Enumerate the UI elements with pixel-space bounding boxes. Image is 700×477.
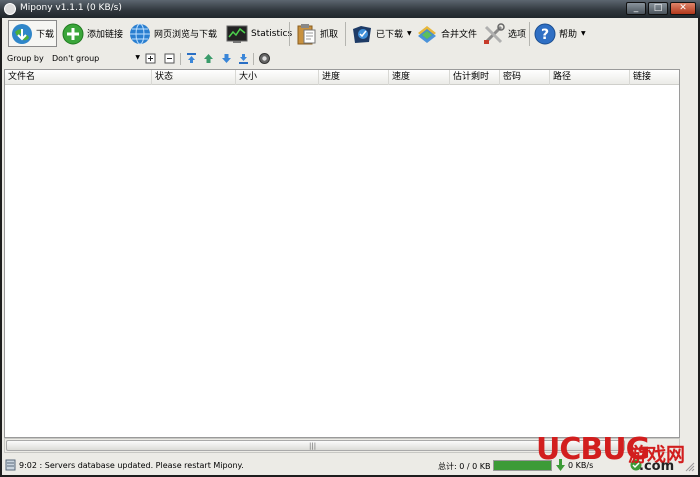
toolbar-separator (289, 22, 290, 46)
chart-monitor-icon (226, 25, 248, 43)
downloaded-label: 已下载 (376, 30, 404, 40)
column-header-path[interactable]: 路径 (550, 70, 630, 85)
move-up-icon[interactable] (203, 53, 214, 64)
add-links-button[interactable]: 添加链接 (60, 20, 125, 47)
table-header: 文件名 状态 大小 进度 速度 估计剩时 密码 路径 链接 (5, 70, 679, 85)
column-header-progress[interactable]: 进度 (319, 70, 389, 85)
add-links-label: 添加链接 (87, 30, 124, 40)
globe-icon (130, 23, 150, 44)
column-header-time-left[interactable]: 估计剩时 (450, 70, 500, 85)
status-bar: 9:02 : Servers database updated. Please … (2, 457, 698, 475)
capture-label: 抓取 (320, 30, 339, 40)
move-bottom-icon[interactable] (238, 53, 249, 64)
column-header-speed[interactable]: 速度 (389, 70, 450, 85)
column-header-link[interactable]: 链接 (630, 70, 679, 85)
add-icon (62, 23, 84, 44)
vertical-scroll-area (680, 69, 696, 438)
downloaded-button[interactable]: 已下载 ▼ (349, 20, 414, 47)
toolbar-separator (529, 22, 530, 46)
group-by-label: Group by (7, 54, 44, 63)
maximize-button[interactable]: □ (648, 2, 668, 15)
main-window: 下载 添加链接 网页浏览与下载 Statistics 抓取 已下载 ▼ 合并文件… (2, 18, 698, 475)
column-header-password[interactable]: 密码 (500, 70, 550, 85)
help-label: 帮助 (559, 30, 578, 40)
options-button[interactable]: 选项 (481, 20, 528, 47)
main-toolbar: 下载 添加链接 网页浏览与下载 Statistics 抓取 已下载 ▼ 合并文件… (2, 18, 698, 50)
close-button[interactable]: ✕ (670, 2, 696, 15)
resize-grip-icon[interactable] (684, 461, 695, 472)
horizontal-scrollbar[interactable]: ||| (4, 438, 680, 453)
app-logo-icon (4, 3, 16, 15)
title-bar: Mipony v1.1.1 (0 KB/s) _ □ ✕ (0, 0, 700, 18)
download-arrow-icon (556, 459, 565, 471)
group-by-select[interactable]: Don't group ▼ (48, 52, 142, 65)
total-size: 总计: 0 / 0 KB (438, 462, 491, 471)
total-progress-bar (493, 460, 552, 471)
grip-icon: ||| (309, 442, 317, 450)
expand-all-icon[interactable] (145, 53, 156, 64)
toolbar-separator (180, 53, 181, 65)
column-header-filename[interactable]: 文件名 (5, 70, 152, 85)
help-button[interactable]: ? 帮助 ▼ (532, 20, 588, 47)
capture-button[interactable]: 抓取 (293, 20, 340, 47)
download-button[interactable]: 下载 (8, 20, 58, 47)
toolbar-separator (253, 53, 254, 65)
chevron-down-icon: ▼ (581, 30, 586, 37)
group-by-value: Don't group (52, 54, 100, 63)
merge-files-label: 合并文件 (441, 30, 478, 40)
clipboard-icon (297, 23, 316, 44)
chevron-down-icon: ▼ (407, 30, 412, 37)
server-icon (5, 459, 16, 471)
browse-download-button[interactable]: 网页浏览与下载 (127, 20, 219, 47)
merge-files-button[interactable]: 合并文件 (414, 20, 479, 47)
download-speed: 0 KB/s (568, 461, 594, 470)
window-title: Mipony v1.1.1 (0 KB/s) (20, 3, 122, 13)
merge-files-icon (418, 25, 436, 43)
options-label: 选项 (508, 30, 527, 40)
move-top-icon[interactable] (186, 53, 197, 64)
stop-icon[interactable] (259, 53, 270, 64)
collapse-all-icon[interactable] (164, 53, 175, 64)
column-header-size[interactable]: 大小 (236, 70, 319, 85)
toolbar-separator (345, 22, 346, 46)
status-message: 9:02 : Servers database updated. Please … (19, 461, 244, 470)
minimize-button[interactable]: _ (626, 2, 646, 15)
tools-icon (484, 22, 505, 44)
connection-ok-icon (630, 459, 642, 471)
column-header-status[interactable]: 状态 (152, 70, 236, 85)
chevron-down-icon: ▼ (135, 54, 140, 61)
statistics-button[interactable]: Statistics (224, 20, 294, 47)
browse-download-label: 网页浏览与下载 (154, 30, 218, 40)
download-list[interactable]: 文件名 状态 大小 进度 速度 估计剩时 密码 路径 链接 (4, 69, 680, 438)
help-icon: ? (534, 23, 556, 44)
downloaded-folder-icon (353, 25, 371, 43)
globe-download-icon (12, 23, 32, 44)
group-toolbar: Group by Don't group ▼ (2, 51, 698, 67)
statistics-label: Statistics (251, 28, 293, 39)
progress-fill (494, 461, 551, 470)
move-down-icon[interactable] (221, 53, 232, 64)
download-label: 下载 (36, 30, 55, 40)
svg-text:?: ? (541, 27, 549, 43)
scrollbar-thumb[interactable]: ||| (6, 440, 625, 451)
